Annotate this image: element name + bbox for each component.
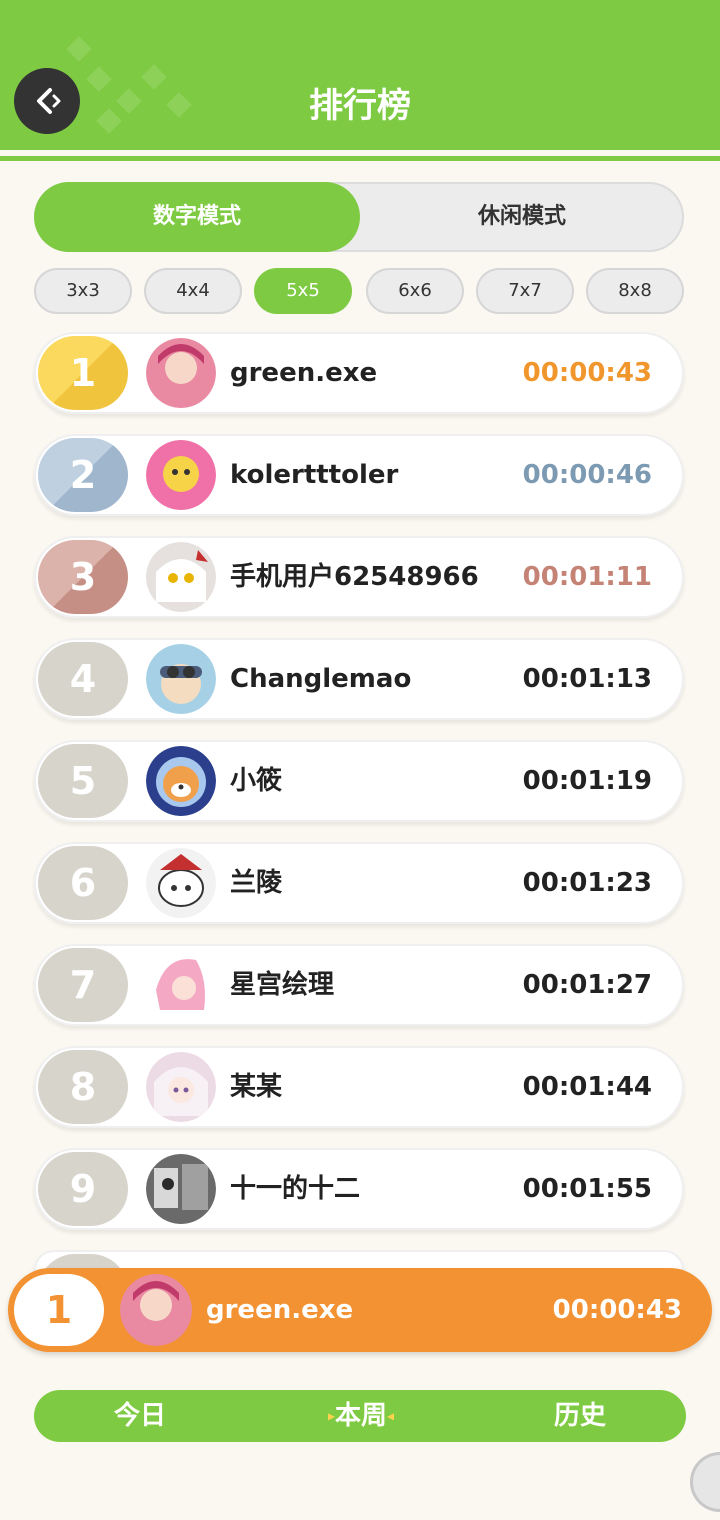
player-name: Changlemao [230,664,412,694]
size-option-3x3[interactable]: 3x3 [34,268,132,314]
rank-badge: 9 [38,1152,128,1226]
leaderboard-row[interactable]: 6 兰陵 00:01:23 [34,842,684,924]
caret-left-icon: ◂ [387,1408,395,1425]
rank-badge: 4 [38,642,128,716]
size-option-7x7[interactable]: 7x7 [476,268,574,314]
leaderboard-row[interactable]: 9 十一的十二 00:01:55 [34,1148,684,1230]
avatar [146,338,216,408]
avatar [146,644,216,714]
player-time: 00:01:23 [522,868,652,898]
my-name: green.exe [206,1295,354,1325]
player-time: 00:00:46 [522,460,652,490]
avatar-image [146,644,216,714]
player-time: 00:01:55 [522,1174,652,1204]
player-name: 手机用户62548966 [230,562,479,592]
tab-number-mode[interactable]: 数字模式 [34,182,360,252]
player-name: 十一的十二 [230,1174,361,1204]
player-name: kolertttoler [230,460,399,490]
player-time: 00:01:13 [522,664,652,694]
player-name: 星宫绘理 [230,970,335,1000]
player-time: 00:01:27 [522,970,652,1000]
size-option-4x4[interactable]: 4x4 [144,268,242,314]
rank-badge: 7 [38,948,128,1022]
player-time: 00:01:44 [522,1072,652,1102]
avatar-image [146,1052,216,1122]
tab-history[interactable]: 历史 [520,1390,640,1442]
my-rank-bar[interactable]: 1 green.exe 00:00:43 [8,1268,712,1352]
avatar-image [146,338,216,408]
size-option-6x6[interactable]: 6x6 [366,268,464,314]
tab-today[interactable]: 今日 [80,1390,200,1442]
rank-badge: 1 [38,336,128,410]
header-bar [0,0,720,150]
avatar-image [146,950,216,1020]
player-name: 兰陵 [230,868,283,898]
avatar-image [146,542,216,612]
player-name: 某某 [230,1072,283,1102]
leaderboard-row[interactable]: 4 Changlemao 00:01:13 [34,638,684,720]
avatar [146,1154,216,1224]
player-name: 小筱 [230,766,283,796]
tab-this-week-label: 本周 [334,1401,387,1431]
avatar [146,1052,216,1122]
avatar-image [146,848,216,918]
size-option-8x8[interactable]: 8x8 [586,268,684,314]
rank-badge: 6 [38,846,128,920]
player-time: 00:00:43 [522,358,652,388]
player-name: green.exe [230,358,378,388]
avatar [146,440,216,510]
tab-this-week[interactable]: ▸本周◂ [296,1390,426,1442]
avatar [146,848,216,918]
avatar-image [120,1274,192,1346]
tab-casual-mode[interactable]: 休闲模式 [360,182,684,252]
my-avatar [120,1274,192,1346]
rank-badge: 3 [38,540,128,614]
leaderboard-row[interactable]: 2 kolertttoler 00:00:46 [34,434,684,516]
avatar-image [146,1154,216,1224]
leaderboard-row[interactable]: 3 手机用户62548966 00:01:11 [34,536,684,618]
avatar [146,542,216,612]
player-time: 00:01:11 [522,562,652,592]
my-time: 00:00:43 [552,1295,682,1325]
leaderboard-row[interactable]: 7 星宫绘理 00:01:27 [34,944,684,1026]
avatar [146,950,216,1020]
header-divider [0,156,720,161]
rank-badge: 2 [38,438,128,512]
avatar-image [146,746,216,816]
player-time: 00:01:19 [522,766,652,796]
period-tabs: 今日 ▸本周◂ 历史 [34,1390,686,1442]
avatar [146,746,216,816]
leaderboard-row[interactable]: 8 某某 00:01:44 [34,1046,684,1128]
leaderboard-row[interactable]: 1 green.exe 00:00:43 [34,332,684,414]
avatar-image [146,440,216,510]
rank-badge: 8 [38,1050,128,1124]
page-title: 排行榜 [309,86,411,126]
leaderboard-row[interactable]: 5 小筱 00:01:19 [34,740,684,822]
rank-badge: 5 [38,744,128,818]
floating-assistant-button[interactable] [690,1452,720,1512]
decor-diamond [66,36,92,62]
mode-switch: 数字模式 休闲模式 [34,182,684,252]
caret-right-icon: ▸ [327,1408,335,1425]
my-rank-badge: 1 [14,1274,104,1346]
size-option-5x5[interactable]: 5x5 [254,268,352,314]
